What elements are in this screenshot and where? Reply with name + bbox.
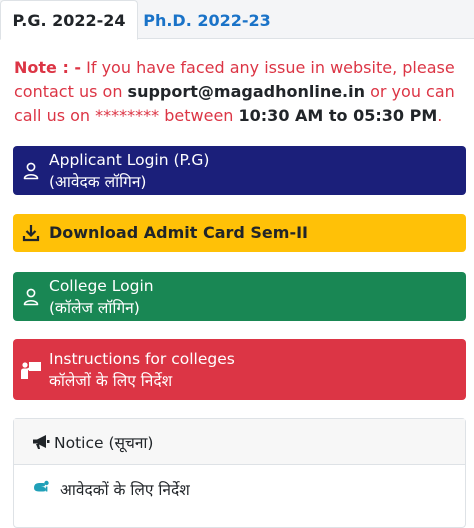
support-email: support@magadhonline.in [127, 82, 366, 101]
download-icon [13, 224, 49, 242]
download-admit-card-label: Download Admit Card Sem-II [49, 223, 308, 242]
notice-header: Notice (सूचना) [14, 419, 465, 465]
college-login-button[interactable]: College Login (कॉलेज लॉगिन) [13, 272, 466, 321]
applicant-login-button[interactable]: Applicant Login (P.G) (आवेदक लॉगिन) [13, 146, 466, 195]
applicant-login-label: Applicant Login (P.G) [49, 150, 210, 169]
info-hand-icon [32, 480, 50, 498]
bullhorn-icon [32, 434, 50, 450]
tab-bar: P.G. 2022-24 Ph.D. 2022-23 [0, 0, 474, 40]
tab-phd[interactable]: Ph.D. 2022-23 [138, 0, 276, 40]
notice-item-label: आवेदकों के लिए निर्देश [60, 481, 190, 499]
download-admit-card-button[interactable]: Download Admit Card Sem-II [13, 214, 466, 252]
notice-panel: Notice (सूचना) आवेदकों के लिए निर्देश [13, 418, 466, 528]
support-hours: 10:30 AM to 05:30 PM [238, 106, 438, 125]
presenter-icon [13, 360, 49, 380]
user-icon [13, 162, 49, 180]
college-login-label: College Login [49, 276, 154, 295]
college-instructions-button[interactable]: Instructions for colleges कॉलेजों के लिए… [13, 339, 466, 400]
applicant-login-label-hindi: (आवेदक लॉगिन) [49, 172, 147, 191]
note-lead: Note : - [14, 58, 82, 77]
contact-note: Note : - If you have faced any issue in … [14, 56, 464, 128]
user-icon [13, 288, 49, 306]
college-instructions-label: Instructions for colleges [49, 349, 235, 368]
college-login-label-hindi: (कॉलेज लॉगिन) [49, 298, 140, 317]
tab-pg[interactable]: P.G. 2022-24 [0, 0, 138, 40]
note-end: . [437, 106, 443, 125]
notice-title: Notice (सूचना) [54, 433, 154, 452]
college-instructions-label-hindi: कॉलेजों के लिए निर्देश [49, 371, 173, 390]
notice-item[interactable]: आवेदकों के लिए निर्देश [14, 465, 465, 513]
